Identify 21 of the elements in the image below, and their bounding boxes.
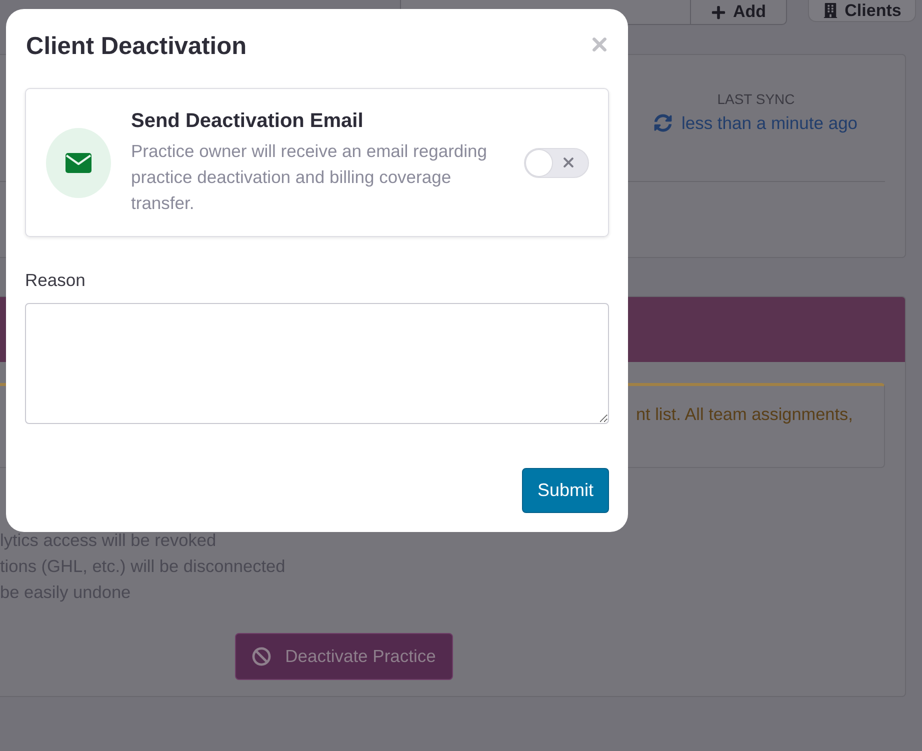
building-icon	[822, 3, 838, 18]
clients-button[interactable]: Clients	[808, 0, 916, 22]
close-button[interactable]	[592, 36, 607, 52]
sync-time: less than a minute ago	[681, 112, 858, 135]
envelope-icon	[46, 128, 111, 198]
plus-icon	[710, 4, 726, 20]
reason-field[interactable]	[25, 303, 609, 424]
x-icon	[563, 157, 574, 168]
option-description: Practice owner will receive an email regarding practice deactivation and billing coverage transfer.	[131, 140, 488, 215]
sync-label: LAST SYNC	[717, 91, 795, 108]
deactivate-button[interactable]: Deactivate Practice	[235, 633, 453, 680]
sync-icon	[654, 114, 672, 132]
submit-button[interactable]: Submit	[522, 468, 609, 513]
field-label: Reason	[25, 270, 86, 290]
ban-icon	[252, 647, 272, 666]
modal-title: Client Deactivation	[26, 33, 247, 61]
close-icon	[592, 36, 607, 52]
toggle-switch[interactable]	[524, 148, 589, 178]
option-title: Send Deactivation Email	[131, 109, 364, 133]
add-button[interactable]: Add	[690, 0, 787, 25]
warning-text: nt list. All team assignments,	[636, 403, 853, 426]
